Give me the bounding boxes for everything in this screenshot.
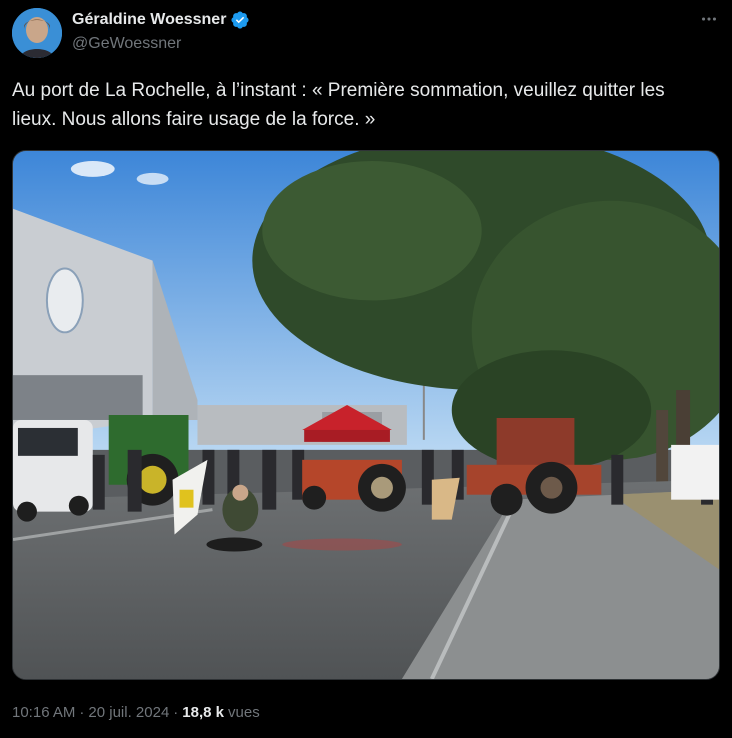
meta-separator: · (79, 704, 85, 721)
meta-separator-2: · (173, 704, 179, 721)
views-count: 18,8 k (182, 704, 225, 721)
photo-scene (13, 151, 719, 679)
author-handle[interactable]: @GeWoessner (72, 35, 250, 53)
tweet-time[interactable]: 10:16 AM (12, 704, 75, 721)
avatar-image (12, 8, 62, 58)
tweet-card: Géraldine Woessner @GeWoessner Au port d… (0, 0, 732, 738)
author-display-name[interactable]: Géraldine Woessner (72, 11, 226, 29)
tweet-photo[interactable] (12, 150, 720, 680)
author-block: Géraldine Woessner @GeWoessner (72, 10, 250, 53)
avatar[interactable] (12, 8, 62, 58)
more-horizontal-icon (702, 17, 716, 21)
views-label: vues (228, 704, 260, 721)
tweet-date[interactable]: 20 juil. 2024 (88, 704, 169, 721)
tweet-meta: 10:16 AM · 20 juil. 2024 · 18,8 k vues (12, 704, 260, 721)
more-options-button[interactable] (698, 8, 720, 30)
tweet-text: Au port de La Rochelle, à l’instant : « … (12, 80, 670, 130)
verified-badge-icon (230, 10, 250, 30)
